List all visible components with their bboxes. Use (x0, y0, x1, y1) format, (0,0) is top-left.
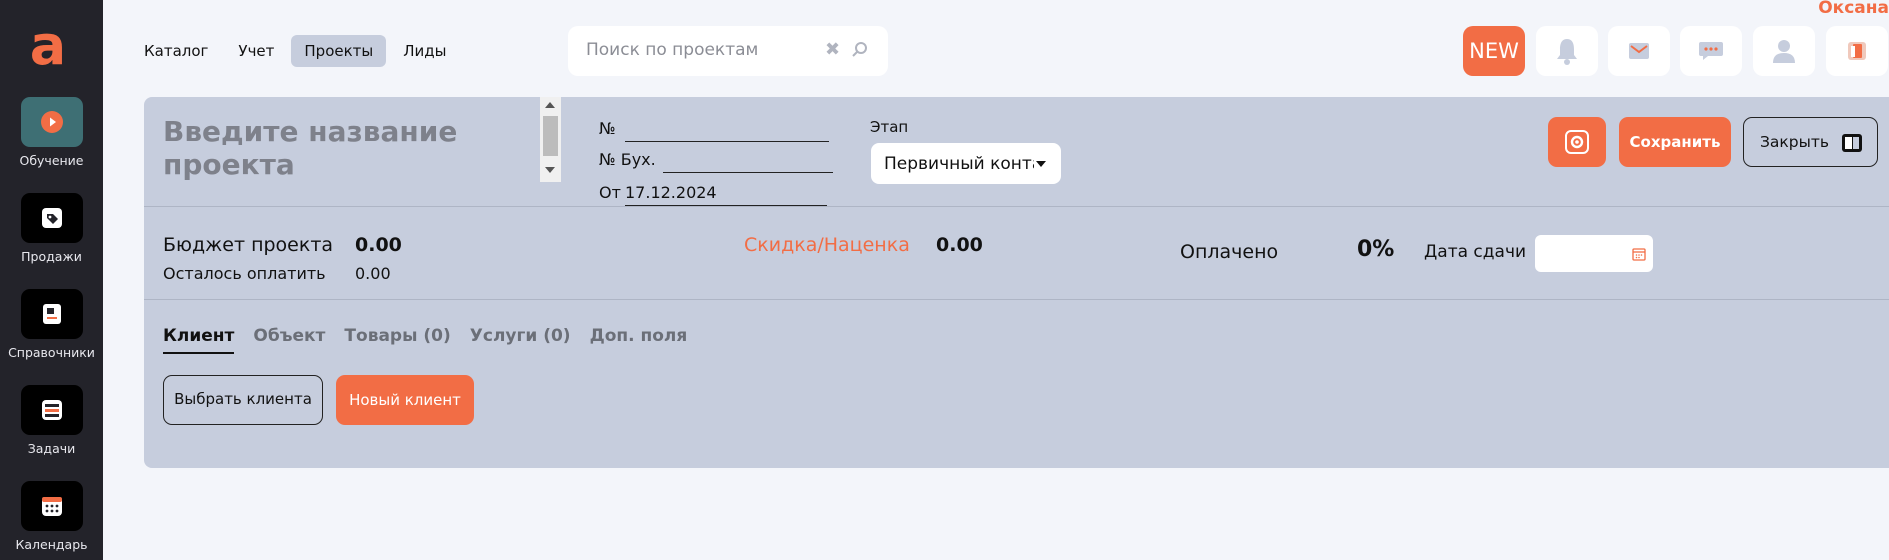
bell-icon (1557, 39, 1577, 65)
number-input[interactable] (625, 141, 829, 142)
calendar-icon (41, 497, 62, 516)
scroll-down-icon[interactable] (545, 167, 555, 173)
sidebar: a Обучение Продажи Справочники Задачи Ка… (0, 0, 103, 560)
stage-select[interactable]: Первичный контакт (871, 143, 1061, 184)
discount-value: 0.00 (936, 234, 983, 256)
sidebar-item-sales[interactable]: Продажи (0, 193, 103, 264)
new-client-button[interactable]: Новый клиент (336, 375, 474, 425)
due-date-label: Дата сдачи (1424, 242, 1527, 262)
discount-link[interactable]: Скидка/Наценка (744, 234, 910, 256)
tab-client[interactable]: Клиент (163, 326, 235, 354)
sidebar-item-tasks[interactable]: Задачи (0, 385, 103, 456)
clear-search-icon[interactable]: ✖ (825, 39, 840, 60)
search-input[interactable] (586, 40, 806, 60)
sidebar-item-label: Задачи (27, 441, 76, 456)
budget-label: Бюджет проекта (163, 234, 334, 256)
user-icon (1773, 40, 1795, 63)
mail-icon (1629, 43, 1649, 59)
chat-button[interactable] (1680, 26, 1742, 76)
settings-button[interactable] (1548, 117, 1606, 167)
notifications-button[interactable] (1536, 26, 1598, 76)
logout-icon (1848, 42, 1866, 60)
top-nav: Каталог Учет Проекты Лиды (131, 34, 464, 68)
profile-button[interactable] (1753, 26, 1815, 76)
acc-number-input[interactable] (663, 172, 833, 173)
mail-button[interactable] (1608, 26, 1670, 76)
calendar-picker-icon[interactable] (1632, 247, 1646, 261)
divider (144, 299, 1889, 300)
gear-icon (1565, 130, 1589, 154)
sidebar-item-label: Справочники (8, 345, 95, 360)
tab-services[interactable]: Услуги (0) (470, 326, 571, 354)
chat-icon (1699, 42, 1723, 60)
choose-client-button[interactable]: Выбрать клиента (163, 375, 323, 425)
save-button[interactable]: Сохранить (1619, 117, 1731, 167)
search-icon[interactable] (851, 41, 869, 59)
project-date[interactable]: 17.12.2024 (625, 183, 717, 202)
nav-projects[interactable]: Проекты (291, 35, 387, 67)
user-name[interactable]: Оксана (1818, 0, 1889, 18)
project-panel: Введите название проекта № № Бух. От 17.… (144, 97, 1889, 468)
list-icon (41, 400, 62, 420)
close-button-label: Закрыть (1760, 133, 1830, 151)
tab-object[interactable]: Объект (253, 326, 325, 354)
budget-value: 0.00 (355, 234, 402, 256)
nav-leads[interactable]: Лиды (390, 35, 459, 67)
caret-down-icon (1036, 161, 1046, 167)
tag-icon (41, 208, 62, 228)
date-from-label: От (599, 183, 621, 202)
scroll-thumb[interactable] (543, 116, 558, 156)
sidebar-item-label: Продажи (21, 249, 82, 264)
sidebar-item-references[interactable]: Справочники (0, 289, 103, 360)
due-date-input[interactable] (1535, 235, 1653, 272)
nav-accounting[interactable]: Учет (225, 35, 287, 67)
number-label: № (599, 119, 616, 138)
sidebar-item-label: Календарь (15, 537, 88, 552)
tab-extra-fields[interactable]: Доп. поля (590, 326, 688, 354)
title-scrollbar[interactable] (540, 97, 561, 182)
book-icon (42, 304, 61, 324)
logo[interactable]: a (27, 19, 69, 73)
project-tabs: Клиент Объект Товары (0) Услуги (0) Доп.… (163, 326, 706, 354)
project-title-input[interactable]: Введите название проекта (163, 115, 493, 181)
stage-value: Первичный контакт (884, 154, 1034, 174)
remaining-value: 0.00 (355, 264, 391, 283)
acc-number-label: № Бух. (599, 150, 656, 169)
nav-catalog[interactable]: Каталог (131, 35, 221, 67)
logout-button[interactable] (1826, 26, 1888, 76)
sidebar-item-label: Обучение (19, 153, 84, 168)
scroll-up-icon[interactable] (545, 102, 555, 108)
stage-label: Этап (870, 118, 909, 136)
new-button[interactable]: NEW (1463, 26, 1525, 76)
door-exit-icon (1842, 134, 1862, 152)
play-icon (40, 111, 63, 133)
tab-goods[interactable]: Товары (0) (344, 326, 450, 354)
divider (144, 206, 1889, 207)
paid-value: 0% (1357, 237, 1395, 262)
search-box: ✖ (568, 26, 888, 76)
sidebar-item-calendar[interactable]: Календарь (0, 481, 103, 552)
sidebar-item-learning[interactable]: Обучение (0, 97, 103, 168)
close-button[interactable]: Закрыть (1743, 117, 1878, 167)
paid-label: Оплачено (1180, 241, 1279, 263)
remaining-label: Осталось оплатить (163, 264, 326, 283)
